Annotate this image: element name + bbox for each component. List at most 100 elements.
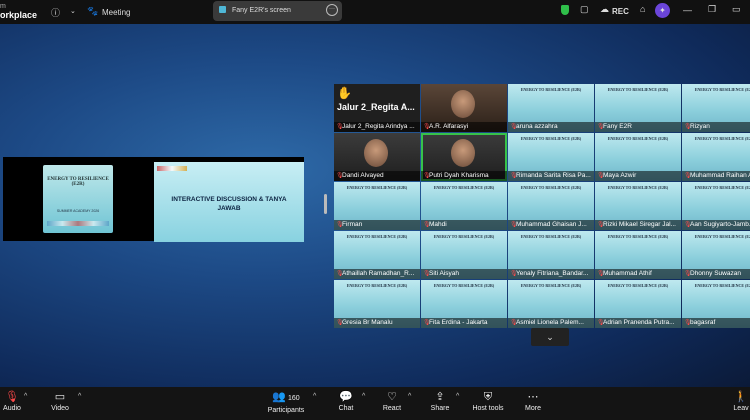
participant-tile[interactable]: 🎙Dandi Alvayed bbox=[334, 133, 420, 181]
participant-tile[interactable]: ENERGY TO RESILIENCE (E2R) 🎙Gresia Br Man… bbox=[334, 280, 420, 328]
participant-name-text: A.R. Alfarasyi bbox=[429, 123, 469, 130]
meeting-label[interactable]: Meeting bbox=[102, 8, 130, 17]
audio-options-chevron-icon[interactable]: ^ bbox=[24, 393, 27, 400]
participant-tile[interactable]: ENERGY TO RESILIENCE (E2R) 🎙Rizyan bbox=[682, 84, 750, 132]
participant-name: 🎙A.R. Alfarasyi bbox=[421, 122, 507, 132]
participant-name-text: Asmiel Lionela Palem... bbox=[516, 319, 584, 326]
more-options-icon[interactable]: ··· bbox=[326, 4, 338, 16]
tile-slide-title: ENERGY TO RESILIENCE (E2R) bbox=[694, 234, 750, 239]
participant-tile[interactable]: ✋ Jalur 2_Regita A... 🎙Jalur 2_Regita Arin… bbox=[334, 84, 420, 132]
slide-discussion: INTERACTIVE DISCUSSION & TANYA JAWAB bbox=[154, 162, 304, 242]
participant-name: 🎙Rizki Mikael Siregar Jal... bbox=[595, 220, 681, 230]
participant-name: 🎙Firman bbox=[334, 220, 420, 230]
participant-tile[interactable]: ENERGY TO RESILIENCE (E2R) 🎙bagasraf bbox=[682, 280, 750, 328]
participant-tile[interactable]: ENERGY TO RESILIENCE (E2R) 🎙Rizki Mikael … bbox=[595, 182, 681, 230]
tile-slide-title: ENERGY TO RESILIENCE (E2R) bbox=[607, 234, 669, 239]
share-options-chevron-icon[interactable]: ^ bbox=[456, 393, 459, 400]
participant-tile[interactable]: ENERGY TO RESILIENCE (E2R) 🎙Dhonny Suwaza… bbox=[682, 231, 750, 279]
leave-button[interactable]: 🚶 Leav bbox=[732, 390, 750, 414]
participant-name: 🎙Rizyan bbox=[682, 122, 750, 132]
maximize-icon[interactable]: ▭ bbox=[732, 4, 741, 15]
participant-tile[interactable]: ENERGY TO RESILIENCE (E2R) 🎙Maya Azwir bbox=[595, 133, 681, 181]
participant-tile[interactable]: ENERGY TO RESILIENCE (E2R) 🎙Rimanda Sarit… bbox=[508, 133, 594, 181]
video-button[interactable]: ▭ Video bbox=[48, 390, 72, 414]
participant-tile[interactable]: ENERGY TO RESILIENCE (E2R) 🎙Muhammad Athi… bbox=[595, 231, 681, 279]
cloud-icon: ☁ bbox=[600, 4, 609, 14]
participant-name-text: aruna azzahra bbox=[516, 123, 558, 130]
chat-options-chevron-icon[interactable]: ^ bbox=[362, 393, 365, 400]
participant-name-text: Rizki Mikael Siregar Jal... bbox=[603, 221, 676, 228]
video-feed-face bbox=[364, 139, 388, 167]
react-options-chevron-icon[interactable]: ^ bbox=[408, 393, 411, 400]
microphone-muted-icon: 🎙 bbox=[5, 391, 19, 403]
participant-name: 🎙Adrian Pranenda Putra... bbox=[595, 318, 681, 328]
tile-slide-title: ENERGY TO RESILIENCE (E2R) bbox=[520, 136, 582, 141]
react-button[interactable]: ♡ React bbox=[380, 390, 404, 414]
tile-slide-title: ENERGY TO RESILIENCE (E2R) bbox=[520, 87, 582, 92]
tile-slide-title: ENERGY TO RESILIENCE (E2R) bbox=[694, 87, 750, 92]
shield-icon[interactable] bbox=[561, 5, 569, 15]
participant-tile[interactable]: ENERGY TO RESILIENCE (E2R) 🎙Siti Aisyah bbox=[421, 231, 507, 279]
audio-button[interactable]: 🎙 Audio bbox=[0, 390, 24, 414]
restore-icon[interactable]: ❐ bbox=[708, 4, 716, 15]
tile-slide-title: ENERGY TO RESILIENCE (E2R) bbox=[433, 185, 495, 190]
chevron-down-icon[interactable]: ⌄ bbox=[70, 7, 76, 15]
participant-name: 🎙Muhammad Ghaisan J... bbox=[508, 220, 594, 230]
more-button[interactable]: ⋯ More bbox=[521, 390, 545, 414]
participant-name-text: Rimanda Sarita Risa Pa... bbox=[516, 172, 591, 179]
host-tools-button[interactable]: ⛨ Host tools bbox=[470, 390, 506, 414]
participant-tile[interactable]: ENERGY TO RESILIENCE (E2R) 🎙Fita Erdina -… bbox=[421, 280, 507, 328]
participant-tile[interactable]: ENERGY TO RESILIENCE (E2R) 🎙Aan Sugiyarto… bbox=[682, 182, 750, 230]
participant-tile[interactable]: ENERGY TO RESILIENCE (E2R) 🎙Firman bbox=[334, 182, 420, 230]
share-screen-arrow-icon: ⇪ bbox=[435, 391, 445, 403]
participant-tile[interactable]: ENERGY TO RESILIENCE (E2R) 🎙Mahdi bbox=[421, 182, 507, 230]
heart-icon: ♡ bbox=[387, 391, 397, 403]
participant-name: 🎙Aan Sugiyarto-Jamb... bbox=[682, 220, 750, 230]
participants-options-chevron-icon[interactable]: ^ bbox=[313, 393, 316, 400]
share-button[interactable]: ⇪ Share bbox=[428, 390, 452, 414]
participant-tile[interactable]: 🎙Putri Dyah Kharisma bbox=[421, 133, 507, 181]
participant-tile[interactable]: ENERGY TO RESILIENCE (E2R) 🎙Fany E2R bbox=[595, 84, 681, 132]
participant-name: 🎙Dandi Alvayed bbox=[334, 171, 420, 181]
participant-name-text: Muhammad Athif bbox=[603, 270, 652, 277]
tile-slide-title: ENERGY TO RESILIENCE (E2R) bbox=[346, 185, 408, 190]
tile-slide-title: ENERGY TO RESILIENCE (E2R) bbox=[346, 234, 408, 239]
info-icon[interactable]: ⓘ bbox=[51, 6, 60, 19]
ai-companion-icon[interactable]: ✦ bbox=[655, 3, 670, 18]
participant-tile[interactable]: ENERGY TO RESILIENCE (E2R) 🎙aruna azzahra bbox=[508, 84, 594, 132]
participant-name: 🎙Jalur 2_Regita Arindya ... bbox=[334, 122, 420, 132]
participant-tile[interactable]: ENERGY TO RESILIENCE (E2R) 🎙Muhammad Ghai… bbox=[508, 182, 594, 230]
slide-subtitle: SUMMER ACADEMY 2026 bbox=[56, 209, 100, 213]
rec-label[interactable]: REC bbox=[612, 7, 629, 16]
video-feed-face bbox=[451, 139, 475, 167]
minimize-icon[interactable]: — bbox=[683, 5, 692, 15]
participant-tile[interactable]: ENERGY TO RESILIENCE (E2R) 🎙Asmiel Lionel… bbox=[508, 280, 594, 328]
participant-tile[interactable]: ENERGY TO RESILIENCE (E2R) 🎙Adrian Pranen… bbox=[595, 280, 681, 328]
participant-name-text: Dandi Alvayed bbox=[342, 172, 384, 179]
participant-name-text: Siti Aisyah bbox=[429, 270, 459, 277]
participants-button[interactable]: 👥 160 Participants bbox=[266, 390, 306, 416]
tile-slide-title: ENERGY TO RESILIENCE (E2R) bbox=[694, 283, 750, 288]
participant-name: 🎙Siti Aisyah bbox=[421, 269, 507, 279]
participant-tile[interactable]: 🎙A.R. Alfarasyi bbox=[421, 84, 507, 132]
participant-name: 🎙Fany E2R bbox=[595, 122, 681, 132]
participant-name: 🎙Asmiel Lionela Palem... bbox=[508, 318, 594, 328]
participant-tile[interactable]: ENERGY TO RESILIENCE (E2R) 🎙Athaillah Ram… bbox=[334, 231, 420, 279]
participant-tile[interactable]: ENERGY TO RESILIENCE (E2R) 🎙Yenaly Fitria… bbox=[508, 231, 594, 279]
participant-gallery: ✋ Jalur 2_Regita A... 🎙Jalur 2_Regita Arin… bbox=[334, 84, 750, 328]
participants-count: 160 bbox=[288, 395, 300, 402]
panel-resize-handle[interactable] bbox=[324, 194, 327, 214]
lock-icon[interactable]: ⌂ bbox=[640, 4, 645, 14]
chat-button[interactable]: 💬 Chat bbox=[335, 390, 357, 414]
video-options-chevron-icon[interactable]: ^ bbox=[78, 393, 81, 400]
gallery-next-page-button[interactable]: ⌄ bbox=[531, 328, 569, 346]
participant-name-text: Aan Sugiyarto-Jamb... bbox=[690, 221, 750, 228]
screen-share-indicator[interactable]: Fany E2R's screen ··· bbox=[213, 1, 342, 21]
participant-name: 🎙Mahdi bbox=[421, 220, 507, 230]
participant-name-text: Muhammad Raihan Az... bbox=[690, 172, 750, 179]
participant-tile[interactable]: ENERGY TO RESILIENCE (E2R) 🎙Muhammad Raih… bbox=[682, 133, 750, 181]
tile-slide-title: ENERGY TO RESILIENCE (E2R) bbox=[433, 234, 495, 239]
participant-name-text: Yenaly Fitriana_Bandar... bbox=[516, 270, 589, 277]
participant-name-text: Putri Dyah Kharisma bbox=[429, 172, 489, 179]
notes-icon[interactable]: ▢ bbox=[580, 4, 589, 15]
